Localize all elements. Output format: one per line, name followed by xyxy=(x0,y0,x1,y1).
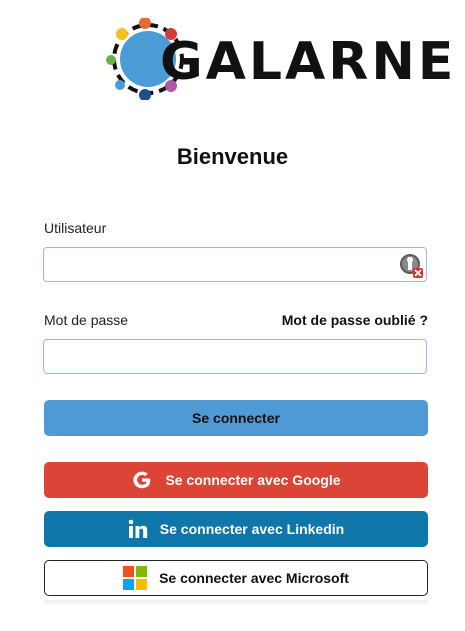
google-login-label: Se connecter avec Google xyxy=(165,472,341,488)
brand-name: GALARNE xyxy=(160,32,457,92)
forgot-password-link[interactable]: Mot de passe oublié ? xyxy=(282,312,428,328)
login-button[interactable]: Se connecter xyxy=(44,400,428,436)
microsoft-icon xyxy=(123,566,148,590)
linkedin-login-label: Se connecter avec Linkedin xyxy=(159,521,345,537)
password-field[interactable] xyxy=(43,339,427,374)
linkedin-login-button[interactable]: Se connecter avec Linkedin xyxy=(44,511,428,547)
username-label: Utilisateur xyxy=(44,220,107,236)
google-icon xyxy=(131,469,153,491)
linkedin-icon xyxy=(128,519,148,539)
page-title: Bienvenue xyxy=(176,144,289,169)
google-login-button[interactable]: Se connecter avec Google xyxy=(44,462,428,498)
microsoft-login-button[interactable]: Se connecter avec Microsoft xyxy=(44,560,428,596)
key-icon[interactable] xyxy=(399,253,425,279)
card-bottom-edge xyxy=(44,600,428,606)
microsoft-login-label: Se connecter avec Microsoft xyxy=(159,570,349,586)
password-label: Mot de passe xyxy=(44,312,129,328)
brand-logo: GALARNE xyxy=(103,18,453,100)
username-field[interactable] xyxy=(43,247,427,282)
login-button-label: Se connecter xyxy=(192,410,280,426)
